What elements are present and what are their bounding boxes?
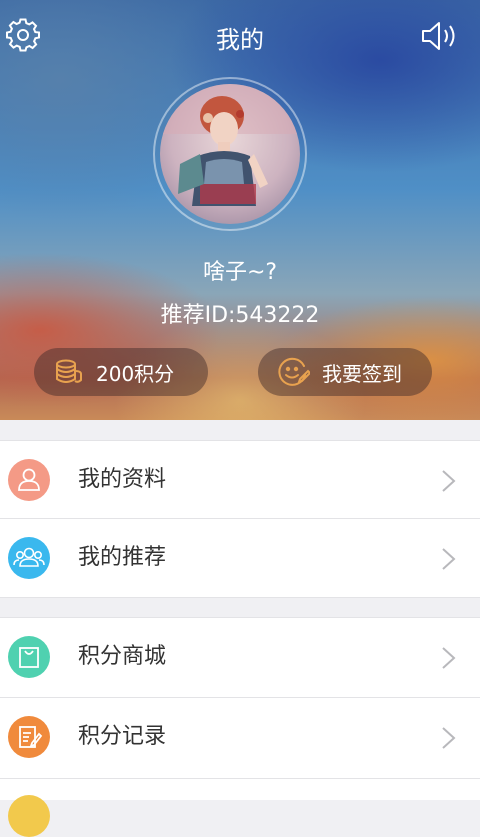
chevron-right-icon [442,727,456,749]
menu-item-my-referrals[interactable]: 我的推荐 [0,519,480,597]
divider [0,778,480,779]
chevron-right-icon [442,548,456,570]
divider [0,597,480,598]
menu-item-points-mall[interactable]: 积分商城 [0,618,480,696]
menu-item-label: 积分商城 [78,644,167,669]
shopping-bag-icon [8,636,50,678]
menu-item-my-profile[interactable]: 我的资料 [0,441,480,519]
next-menu-icon [8,795,50,837]
nickname: 啥子~? [202,260,278,285]
coins-icon [56,359,82,383]
smile-pen-icon [278,357,310,386]
avatar[interactable] [160,84,300,224]
group-icon [8,537,50,579]
points-button[interactable]: 200积分 [34,348,208,396]
menu-item-points-record[interactable]: 积分记录 [0,698,480,776]
note-edit-icon [8,716,50,758]
checkin-button[interactable]: 我要签到 [258,348,432,396]
user-icon [8,459,50,501]
menu-item-label: 我的推荐 [78,545,167,570]
menu-item-label: 我的资料 [78,467,167,492]
menu-group-points: 积分商城 积分记录 [0,617,480,837]
points-label: 200积分 [96,361,175,386]
chevron-right-icon [442,647,456,669]
referral-id: 推荐ID:543222 [160,303,320,328]
menu-group-profile: 我的资料 我的推荐 [0,440,480,598]
chevron-right-icon [442,470,456,492]
profile-header: 我的 啥子~? 推荐ID:543222 200积分 我要签到 [0,0,480,420]
speaker-icon[interactable] [420,20,458,52]
avatar-image [160,84,300,224]
page-title: 我的 [216,26,264,54]
checkin-label: 我要签到 [322,361,402,386]
menu-item-label: 积分记录 [78,724,167,749]
